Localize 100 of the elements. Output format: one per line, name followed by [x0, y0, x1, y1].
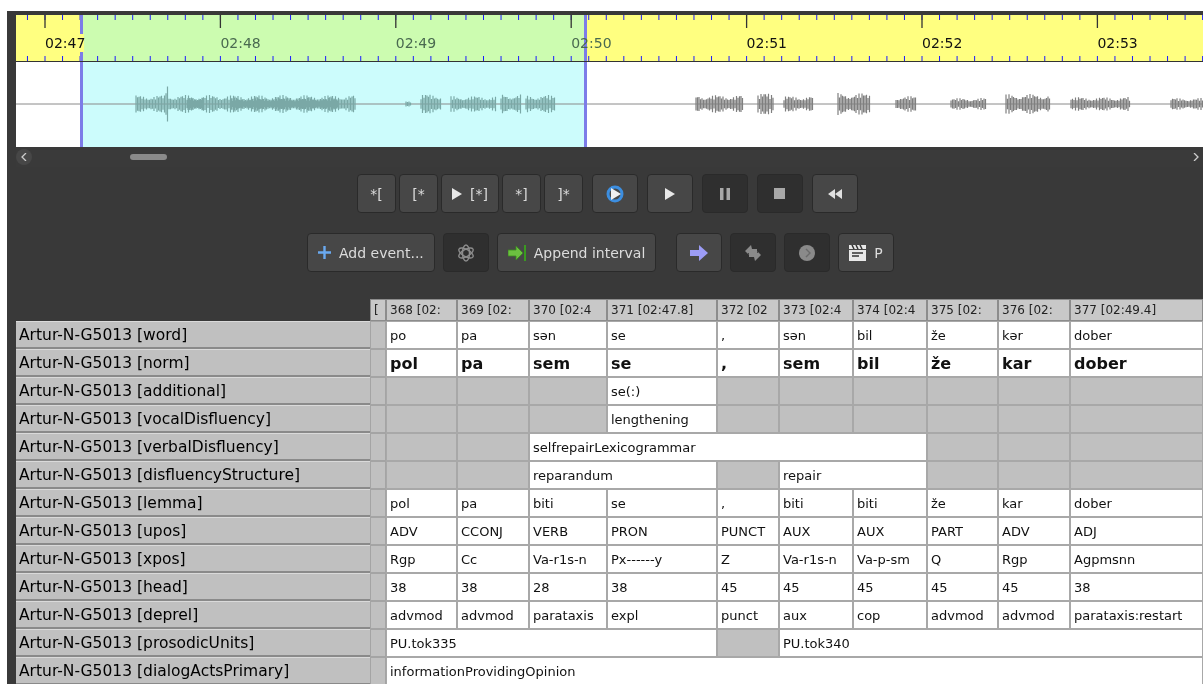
transport-button[interactable]: *]	[501, 174, 541, 213]
table-cell: parataxis:restart	[1070, 601, 1203, 629]
column-header: [	[370, 299, 386, 321]
column-header: 372 [02	[717, 299, 779, 321]
gutter-cell	[370, 489, 386, 517]
table-cell: sən	[779, 321, 853, 349]
table-cell: Px------y	[607, 545, 717, 573]
tier-label: Artur-N-G5013 [vocalDisfluency]	[16, 405, 370, 433]
gutter-cell	[370, 349, 386, 377]
table-cell: sem	[779, 349, 853, 377]
time-label: 02:47	[45, 35, 86, 51]
tier-label: Artur-N-G5013 [head]	[16, 573, 370, 601]
table-cell: Rgp	[998, 545, 1070, 573]
table-cell: ADJ	[1070, 517, 1203, 545]
table-cell: ,	[717, 349, 779, 377]
transport-button[interactable]: *[	[357, 174, 396, 213]
table-cell: bil	[853, 321, 927, 349]
table-cell: ADV	[386, 517, 457, 545]
tier-label: Artur-N-G5013 [prosodicUnits]	[16, 629, 370, 657]
gutter-cell	[370, 573, 386, 601]
play-selection-button[interactable]: [*]	[441, 174, 499, 213]
table-cell: biti	[779, 489, 853, 517]
tier-label: Artur-N-G5013 [additional]	[16, 377, 370, 405]
scroll-left-button[interactable]	[16, 149, 32, 165]
gutter-cell	[370, 433, 386, 461]
time-label: 02:53	[1097, 35, 1138, 51]
table-cell: 38	[1070, 573, 1203, 601]
column-header: 371 [02:47.8]	[607, 299, 717, 321]
table-cell: Agpmsnn	[1070, 545, 1203, 573]
table-cell: Va-r1s-n	[779, 545, 853, 573]
table-cell: aux	[779, 601, 853, 629]
table-cell: PUNCT	[717, 517, 779, 545]
loop-play-icon	[605, 184, 624, 203]
gutter-cell	[370, 517, 386, 545]
clapper-button[interactable]: P	[838, 233, 894, 272]
table-cell: dober	[1070, 489, 1203, 517]
append-arrow-icon	[507, 244, 526, 261]
play-button[interactable]	[646, 174, 693, 213]
table-cell: 28	[529, 573, 607, 601]
table-cell: že	[927, 349, 998, 377]
table-cell: reparandum	[529, 461, 717, 489]
column-header: 376 [02:	[998, 299, 1070, 321]
table-cell: advmod	[927, 601, 998, 629]
table-cell: 38	[386, 573, 457, 601]
tier-label: Artur-N-G5013 [upos]	[16, 517, 370, 545]
column-header: 370 [02:4	[529, 299, 607, 321]
tier-label: Artur-N-G5013 [verbalDisfluency]	[16, 433, 370, 461]
table-cell: cop	[853, 601, 927, 629]
table-cell: advmod	[386, 601, 457, 629]
table-cell: parataxis	[529, 601, 607, 629]
clapperboard-icon	[849, 244, 867, 261]
append-interval-button[interactable]: Append interval	[496, 233, 657, 272]
table-cell: sən	[529, 321, 607, 349]
table-cell: biti	[853, 489, 927, 517]
rewind-button[interactable]	[811, 174, 858, 213]
plus-icon	[318, 246, 331, 259]
table-cell: 38	[457, 573, 529, 601]
table-cell: kar	[998, 349, 1070, 377]
table-cell: se	[607, 489, 717, 517]
table-cell: ,	[717, 489, 779, 517]
knot-icon	[456, 243, 475, 262]
column-header: 375 [02:	[927, 299, 998, 321]
scrollbar-thumb[interactable]	[130, 154, 167, 160]
table-cell: 45	[927, 573, 998, 601]
table-cell: ADV	[998, 517, 1070, 545]
table-cell: Rgp	[386, 545, 457, 573]
table-cell: 45	[717, 573, 779, 601]
time-label: 02:49	[395, 35, 437, 51]
table-cell: PU.tok335	[386, 629, 717, 657]
table-cell: 45	[779, 573, 853, 601]
table-cell: kər	[998, 321, 1070, 349]
tier-label: Artur-N-G5013 [dialogActsPrimary]	[16, 657, 370, 684]
table-cell: selfrepairLexicogrammar	[529, 433, 927, 461]
transport-button[interactable]: ]*	[543, 174, 583, 213]
tier-label: Artur-N-G5013 [xpos]	[16, 545, 370, 573]
table-cell: Va-p-sm	[853, 545, 927, 573]
time-label: 02:52	[922, 35, 963, 51]
column-header: 369 [02:	[457, 299, 529, 321]
table-cell: pa	[457, 349, 529, 377]
tier-label: Artur-N-G5013 [word]	[16, 321, 370, 349]
column-header: 368 [02:	[386, 299, 457, 321]
table-cell: PART	[927, 517, 998, 545]
table-cell: sem	[529, 349, 607, 377]
table-cell: advmod	[998, 601, 1070, 629]
table-cell: informationProvidingOpinion	[386, 657, 1203, 684]
table-cell: dober	[1070, 321, 1203, 349]
transport-button[interactable]: [*	[399, 174, 438, 213]
table-cell: 38	[607, 573, 717, 601]
loop-play-button[interactable]	[591, 174, 638, 213]
table-cell: repair	[779, 461, 927, 489]
round-icon	[798, 243, 817, 262]
table-cell: bil	[853, 349, 927, 377]
table-cell: CCONJ	[457, 517, 529, 545]
table-cell: Q	[927, 545, 998, 573]
time-label: 02:51	[746, 35, 787, 51]
table-cell: VERB	[529, 517, 607, 545]
add-event-button[interactable]: Add event...	[307, 233, 435, 272]
arrow-button[interactable]	[676, 233, 723, 272]
table-cell: po	[386, 321, 457, 349]
table-cell: PU.tok340	[779, 629, 1203, 657]
